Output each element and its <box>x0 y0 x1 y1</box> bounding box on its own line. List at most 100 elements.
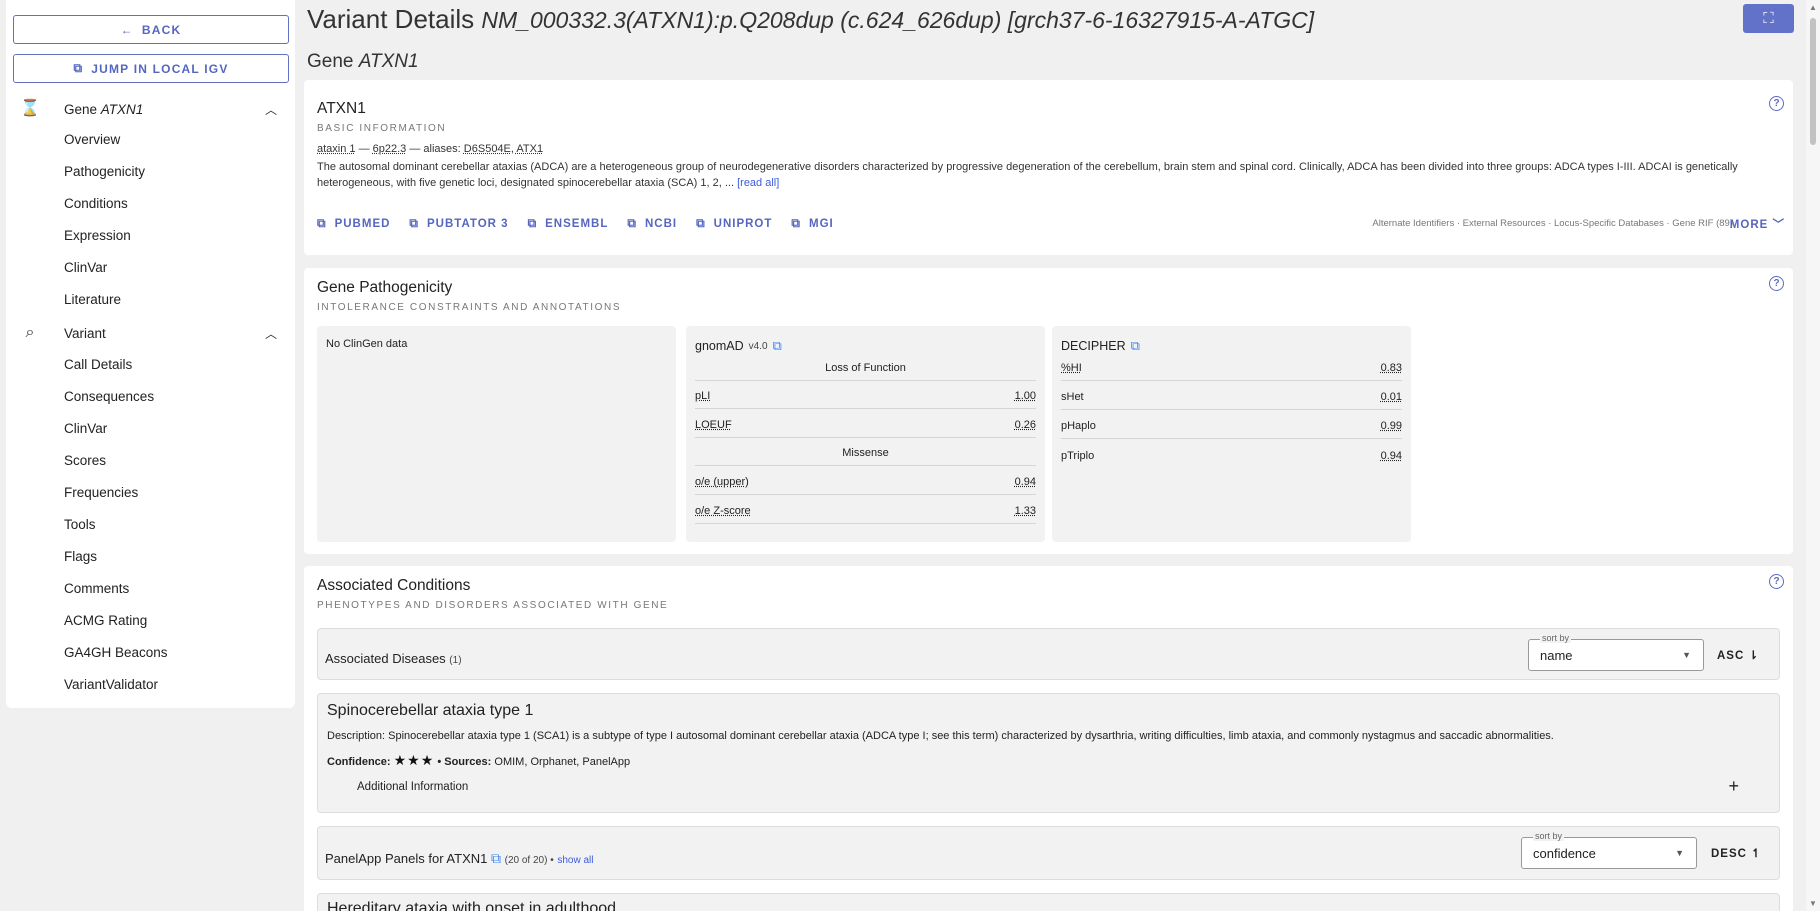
link-ensembl[interactable]: ⧉ ENSEMBL <box>528 216 609 231</box>
external-link-icon: ⧉ <box>791 216 801 230</box>
help-icon[interactable]: ? <box>1769 96 1784 111</box>
scroll-up-icon[interactable]: ▲ <box>1809 3 1817 12</box>
sidebar-item-literature[interactable]: Literature <box>64 290 121 310</box>
ptriplo-value: 0.94 <box>1380 449 1402 462</box>
arrow-left-icon: ← <box>120 22 134 37</box>
pathogenicity-subtitle: INTOLERANCE CONSTRAINTS AND ANNOTATIONS <box>317 302 622 313</box>
sidebar-item-consequences[interactable]: Consequences <box>64 387 154 407</box>
sidebar-item-clinvar[interactable]: ClinVar <box>64 258 107 278</box>
external-link-icon[interactable]: ⧉ <box>491 850 501 866</box>
sidebar-group-variant[interactable]: ⌕ Variant ︿ <box>6 317 295 349</box>
plus-icon[interactable]: + <box>1728 776 1739 797</box>
panel-sort-select[interactable]: sort by confidence ▼ <box>1521 831 1697 869</box>
gnomad-panel: gnomAD v4.0 ⧉ Loss of Function pLI 1.00 … <box>686 326 1045 542</box>
zscore-label: o/e Z-score <box>695 505 751 517</box>
gene-pathogenicity-card: Gene Pathogenicity INTOLERANCE CONSTRAIN… <box>304 268 1793 554</box>
jump-igv-button[interactable]: ⧉ JUMP IN LOCAL IGV <box>13 54 289 83</box>
link-label: ENSEMBL <box>545 217 609 230</box>
dna-icon: ⌛ <box>20 100 40 117</box>
pli-label: pLI <box>695 390 711 402</box>
gene-symbol: ATXN1 <box>100 101 144 117</box>
clingen-panel: No ClinGen data <box>317 326 676 542</box>
link-mgi[interactable]: ⧉ MGI <box>791 216 833 231</box>
panelapp-header: PanelApp Panels for ATXN1 ⧉ (20 of 20) •… <box>317 826 1780 880</box>
sidebar-item-tools[interactable]: Tools <box>64 515 96 535</box>
more-button[interactable]: MORE ﹀ <box>1730 216 1785 232</box>
gene-basic-card: ATXN1 BASIC INFORMATION ? ataxin 1 — 6p2… <box>304 80 1793 255</box>
lof-header: Loss of Function <box>695 356 1036 381</box>
phaplo-row: pHaplo 0.99 <box>1061 414 1402 439</box>
panel-sort-order-button[interactable]: DESC ↿ <box>1711 846 1762 860</box>
shet-label: sHet <box>1061 391 1084 403</box>
sort-order-button[interactable]: ASC ⇂ <box>1717 648 1759 662</box>
back-button[interactable]: ← BACK <box>13 15 289 44</box>
link-pubmed[interactable]: ⧉ PUBMED <box>317 216 390 231</box>
link-label: NCBI <box>644 217 678 230</box>
sidebar-item-overview[interactable]: Overview <box>64 130 120 150</box>
external-links: ⧉ PUBMED ⧉ PUBTATOR 3 ⧉ ENSEMBL ⧉ NCBI ⧉ UNIPROT ⧉… <box>317 216 834 231</box>
gene-description-text: The autosomal dominant cerebellar ataxia… <box>317 161 1738 189</box>
external-link-icon[interactable]: ⧉ <box>773 338 782 354</box>
more-label: MORE <box>1729 219 1769 231</box>
external-link-icon[interactable]: ⧉ <box>1131 338 1140 354</box>
sidebar-item-call-details[interactable]: Call Details <box>64 355 132 375</box>
sidebar-item-frequencies[interactable]: Frequencies <box>64 483 138 503</box>
read-all-link[interactable]: [read all] <box>737 177 779 189</box>
shet-row: sHet 0.01 <box>1061 385 1402 410</box>
sidebar-item-pathogenicity[interactable]: Pathogenicity <box>64 162 145 182</box>
disease-card: Spinocerebellar ataxia type 1 Descriptio… <box>317 693 1780 813</box>
sidebar-item-acmg-rating[interactable]: ACMG Rating <box>64 611 147 631</box>
caret-down-icon: ▼ <box>1682 650 1691 660</box>
chevron-up-icon: ︿ <box>264 326 277 341</box>
panel-item: Hereditary ataxia with onset in adulthoo… <box>317 893 1780 911</box>
confidence-label: Confidence: <box>327 756 391 768</box>
sidebar-item-scores[interactable]: Scores <box>64 451 106 471</box>
chevron-up-icon: ︿ <box>264 102 277 117</box>
link-ncbi[interactable]: ⧉ NCBI <box>627 216 677 231</box>
gene-card-subtitle: BASIC INFORMATION <box>317 123 447 134</box>
sidebar-item-expression[interactable]: Expression <box>64 226 131 246</box>
sort-select[interactable]: sort by name ▼ <box>1528 633 1704 671</box>
conditions-subtitle: PHENOTYPES AND DISORDERS ASSOCIATED WITH… <box>317 600 669 611</box>
sort-select-label: sort by <box>1540 633 1572 643</box>
panel-sort-select-value: confidence <box>1533 846 1596 861</box>
caret-down-icon: ▼ <box>1675 848 1684 858</box>
gnomad-label: gnomAD <box>695 339 744 353</box>
zscore-value: 1.33 <box>1014 505 1036 517</box>
shet-value: 0.01 <box>1380 391 1402 403</box>
help-icon[interactable]: ? <box>1769 574 1784 589</box>
sidebar-group-gene-label: Gene ATXN1 <box>64 102 143 117</box>
sidebar: ← BACK ⧉ JUMP IN LOCAL IGV ⌛ Gene ATXN1 … <box>6 0 295 708</box>
loeuf-row: LOEUF 0.26 <box>695 413 1036 438</box>
sidebar-item-variantvalidator[interactable]: VariantValidator <box>64 675 158 695</box>
sources-label: • Sources: <box>437 756 492 768</box>
oe-row: o/e (upper) 0.94 <box>695 470 1036 495</box>
sidebar-group-gene[interactable]: ⌛ Gene ATXN1 ︿ <box>6 93 295 125</box>
sort-descending-icon: ↿ <box>1751 848 1762 860</box>
phaplo-label: pHaplo <box>1061 420 1096 432</box>
scroll-down-icon[interactable]: ▼ <box>1809 899 1817 908</box>
page-scrollbar[interactable]: ▲ ▼ <box>1806 0 1820 911</box>
sidebar-item-ga4gh-beacons[interactable]: GA4GH Beacons <box>64 643 168 663</box>
show-all-link[interactable]: show all <box>557 855 593 866</box>
back-label: BACK <box>141 22 182 37</box>
hi-row: %HI 0.83 <box>1061 356 1402 381</box>
associated-diseases-header: Associated Diseases (1) sort by name ▼ A… <box>317 628 1780 680</box>
diseases-count: (1) <box>449 655 462 666</box>
gene-heading-prefix: Gene <box>307 51 354 72</box>
gene-card-section-links[interactable]: Alternate Identifiers · External Resourc… <box>1372 218 1733 229</box>
igv-label: JUMP IN LOCAL IGV <box>91 61 229 76</box>
additional-info-toggle[interactable]: Additional Information <box>357 781 468 793</box>
scrollbar-thumb[interactable] <box>1810 18 1816 145</box>
external-link-icon: ⧉ <box>627 216 637 230</box>
help-icon[interactable]: ? <box>1769 276 1784 291</box>
fullscreen-button[interactable]: ⛶ <box>1743 4 1794 33</box>
sidebar-item-conditions[interactable]: Conditions <box>64 194 128 214</box>
sidebar-item-comments[interactable]: Comments <box>64 579 129 599</box>
link-pubtator-3[interactable]: ⧉ PUBTATOR 3 <box>409 216 508 231</box>
link-uniprot[interactable]: ⧉ UNIPROT <box>696 216 772 231</box>
sidebar-item-clinvar[interactable]: ClinVar <box>64 419 107 439</box>
gene-heading-symbol: ATXN1 <box>358 51 419 72</box>
gene-card-title: ATXN1 <box>317 100 366 117</box>
sidebar-item-flags[interactable]: Flags <box>64 547 97 567</box>
